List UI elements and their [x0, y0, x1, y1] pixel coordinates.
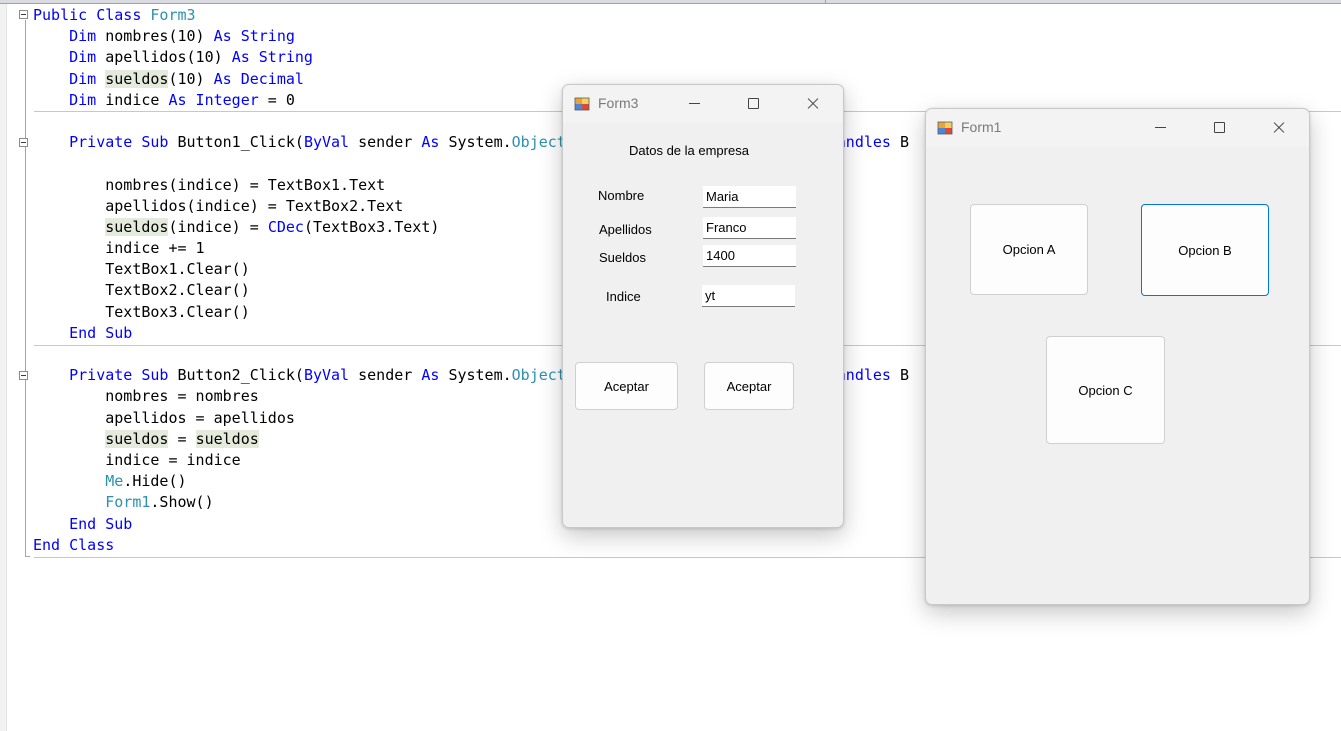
- code-token: ByVal: [303, 366, 359, 385]
- code-token: sueldos: [105, 217, 169, 236]
- code-token: As: [421, 133, 449, 152]
- code-token: =: [168, 429, 196, 448]
- aceptar-button-1[interactable]: Aceptar: [575, 362, 678, 410]
- form1-title: Form1: [961, 119, 1002, 135]
- code-token: (10): [168, 69, 214, 88]
- code-token: Private Sub: [69, 366, 178, 385]
- textbox-nombre[interactable]: [703, 186, 796, 208]
- code-token: End Sub: [69, 514, 133, 533]
- code-token: Dim: [69, 69, 106, 88]
- code-token: Object: [511, 366, 566, 385]
- code-token: Object: [511, 133, 566, 152]
- maximize-icon[interactable]: [731, 89, 777, 119]
- form3-title: Form3: [598, 95, 639, 111]
- code-token: Dim: [69, 90, 106, 109]
- code-line[interactable]: Public Class Form3: [33, 5, 909, 26]
- code-token: sender: [358, 133, 422, 152]
- code-token: As String: [213, 27, 295, 46]
- code-token: Button2_Click(: [177, 366, 304, 385]
- code-token: .Hide(): [123, 472, 187, 491]
- code-token: B: [900, 366, 910, 385]
- form3-titlebar[interactable]: Form3: [563, 85, 843, 123]
- code-token: As String: [231, 48, 313, 67]
- code-token: As Decimal: [213, 69, 304, 88]
- code-token: nombres(10): [105, 27, 214, 46]
- code-token: Form3: [150, 6, 196, 24]
- code-token: (TextBox3.Text): [303, 217, 440, 236]
- code-token: TextBox1.Clear(): [105, 260, 250, 279]
- minimize-icon[interactable]: [672, 89, 718, 119]
- form3-window[interactable]: Form3 Datos de la empresa Nombre Apellid…: [562, 84, 844, 528]
- code-token: B: [900, 133, 910, 152]
- code-token: CDec: [267, 217, 304, 236]
- code-token: .Show(): [150, 493, 214, 512]
- code-token: apellidos(indice) = TextBox2.Text: [105, 196, 404, 215]
- code-token: System.: [448, 133, 512, 152]
- code-token: sueldos: [105, 69, 169, 88]
- label-apellidos: Apellidos: [599, 222, 652, 237]
- code-token: TextBox3.Clear(): [105, 302, 250, 321]
- code-token: TextBox2.Clear(): [105, 281, 250, 300]
- code-token: Button1_Click(: [177, 133, 304, 152]
- code-token: End Sub: [69, 323, 133, 342]
- form1-titlebar[interactable]: Form1: [926, 109, 1309, 147]
- code-token: Dim: [69, 27, 106, 46]
- code-line[interactable]: End Class: [33, 535, 909, 556]
- label-nombre: Nombre: [598, 188, 645, 203]
- code-token: Public Class: [33, 6, 151, 24]
- code-token: indice: [105, 90, 169, 109]
- opcion-c-button[interactable]: Opcion C: [1046, 336, 1165, 444]
- code-line[interactable]: Dim apellidos(10) As String: [33, 47, 909, 68]
- opcion-a-button[interactable]: Opcion A: [970, 204, 1088, 295]
- textbox-indice[interactable]: [702, 285, 795, 307]
- code-token: indice = indice: [105, 450, 241, 469]
- code-token: As Integer: [168, 90, 259, 109]
- label-sueldos: Sueldos: [599, 250, 646, 265]
- maximize-icon[interactable]: [1197, 113, 1243, 143]
- collapse-sub1-icon[interactable]: [19, 138, 28, 147]
- code-token: ByVal: [303, 133, 359, 152]
- minimize-icon[interactable]: [1138, 113, 1184, 143]
- textbox-sueldos[interactable]: [703, 245, 796, 267]
- aceptar-button-2[interactable]: Aceptar: [704, 362, 794, 410]
- collapse-class-icon[interactable]: [19, 10, 28, 19]
- close-icon[interactable]: [790, 89, 836, 119]
- code-token: apellidos(10): [105, 48, 232, 67]
- label-indice: Indice: [606, 289, 641, 304]
- code-token: Form1: [105, 493, 151, 512]
- code-token: sender: [358, 366, 422, 385]
- code-token: apellidos = apellidos: [105, 408, 295, 427]
- code-token: sueldos: [195, 429, 259, 448]
- code-token: As: [421, 366, 449, 385]
- outline-line-class: [25, 20, 26, 556]
- code-token: (indice) =: [168, 217, 268, 236]
- code-token: nombres(indice) = TextBox1.Text: [105, 175, 386, 194]
- form-app-icon: [937, 121, 953, 135]
- textbox-apellidos[interactable]: [703, 217, 796, 239]
- code-token: Me: [105, 472, 124, 491]
- editor-top-border: [0, 0, 1341, 4]
- editor-gutter: [0, 4, 7, 731]
- outline-end-class: [25, 556, 30, 557]
- code-token: nombres = nombres: [105, 387, 259, 406]
- form1-window[interactable]: Form1 Opcion A Opcion B Opcion C: [925, 108, 1310, 605]
- code-token: End Class: [33, 535, 115, 554]
- code-token: Private Sub: [69, 133, 178, 152]
- editor-split-marker: [825, 0, 826, 4]
- code-line[interactable]: Dim nombres(10) As String: [33, 26, 909, 47]
- code-token: System.: [448, 366, 512, 385]
- form-app-icon: [574, 97, 590, 111]
- collapse-sub2-icon[interactable]: [19, 371, 28, 380]
- code-token: indice += 1: [105, 239, 205, 258]
- form3-heading: Datos de la empresa: [629, 143, 749, 158]
- close-icon[interactable]: [1256, 113, 1302, 143]
- opcion-b-button[interactable]: Opcion B: [1141, 204, 1269, 296]
- code-token: sueldos: [105, 429, 169, 448]
- code-token: = 0: [258, 90, 295, 109]
- code-token: Dim: [69, 48, 106, 67]
